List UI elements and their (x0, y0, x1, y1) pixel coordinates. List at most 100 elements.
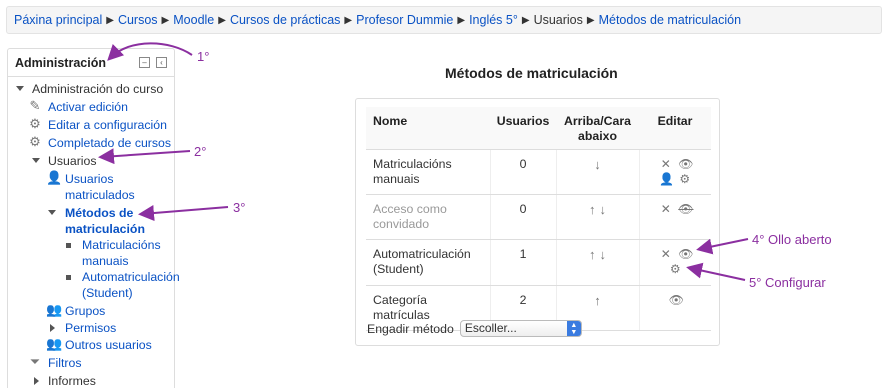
delete-icon[interactable]: ✕ (659, 202, 672, 217)
filter-icon: ⏷ (29, 354, 41, 369)
enrolment-methods-table: Nome Usuarios Arriba/Cara abaixo Editar M… (366, 107, 711, 331)
row-name-line1: Acceso como (373, 202, 447, 216)
header-arriba-line1: Arriba/Cara (564, 114, 631, 128)
annotation-3: 3° (233, 200, 246, 215)
expanded-icon[interactable] (48, 210, 56, 215)
metodos-line1[interactable]: Métodos de (65, 205, 133, 221)
page-title: Métodos de matriculación (445, 65, 618, 81)
header-nome: Nome (366, 107, 490, 150)
editar-configuracion-link[interactable]: Editar a configuración (48, 117, 167, 133)
breadcrumb: Páxina principal ▶ Cursos ▶ Moodle ▶ Cur… (6, 6, 882, 34)
breadcrumb-usuarios: Usuarios (533, 13, 583, 27)
breadcrumb-separator-icon: ▶ (521, 14, 530, 26)
row-edit: ✕ 👁 👤 ⚙ (638, 149, 711, 195)
minimize-icon[interactable]: – (139, 57, 150, 68)
row-name: Matriculacións manuais (366, 149, 490, 195)
row-order: ↑ ↓ (555, 194, 639, 240)
breadcrumb-separator-icon: ▶ (457, 14, 466, 26)
permisos-link[interactable]: Permisos (65, 320, 116, 336)
gear-icon: ⚙ (29, 134, 41, 149)
outros-usuarios-link[interactable]: Outros usuarios (65, 337, 152, 353)
select-arrows-icon: ▲ ▼ (566, 321, 581, 336)
collapsed-icon[interactable] (50, 324, 55, 332)
metodos-line2[interactable]: matriculación (65, 221, 145, 237)
row-users: 0 (489, 149, 556, 195)
tree-root[interactable]: Administración do curso (32, 81, 163, 97)
table-row: Automatriculación (Student) 1 ↑ ↓ ✕ 👁 ⚙ (366, 239, 711, 286)
add-method-select-value: Escoller... (464, 321, 517, 335)
breadcrumb-profesor[interactable]: Profesor Dummie (356, 13, 453, 27)
expanded-icon[interactable] (32, 158, 40, 163)
enrol-user-icon[interactable]: 👤 (659, 172, 674, 187)
block-title: Administración (15, 55, 106, 70)
breadcrumb-home[interactable]: Páxina principal (14, 13, 102, 27)
row-name: Automatriculación (Student) (366, 239, 490, 286)
arrow-up-icon[interactable]: ↑ (594, 293, 601, 308)
row-order: ↑ ↓ (555, 239, 639, 286)
collapsed-icon[interactable] (34, 377, 39, 385)
breadcrumb-separator-icon: ▶ (106, 14, 114, 26)
row-users: 1 (489, 239, 556, 286)
header-arriba-line2: abaixo (578, 129, 617, 143)
row-name-line2: (Student) (373, 262, 424, 276)
table-row: Acceso como convidado 0 ↑ ↓ ✕ 👁 (366, 194, 711, 240)
automatric-line2[interactable]: (Student) (82, 285, 133, 301)
expanded-icon[interactable] (16, 86, 24, 91)
arrow-down-icon[interactable]: ↓ (594, 157, 601, 172)
bullet-icon (66, 243, 71, 248)
filtros-link[interactable]: Filtros (48, 355, 81, 371)
usuarios-matriculados-line1[interactable]: Usuarios (65, 171, 114, 187)
administration-block: Administración – ‹ Administración do cur… (7, 48, 180, 388)
arrow-down-icon[interactable]: ↓ (600, 202, 607, 217)
eye-icon[interactable]: 👁 (678, 247, 693, 262)
completado-cursos-link[interactable]: Completado de cursos (48, 135, 171, 151)
breadcrumb-metodos[interactable]: Métodos de matriculación (599, 13, 741, 27)
breadcrumb-separator-icon: ▶ (218, 14, 226, 26)
header-arriba: Arriba/Cara abaixo (556, 107, 639, 150)
row-edit: ✕ 👁 (638, 194, 711, 240)
row-users: 0 (489, 194, 556, 240)
usuarios-matriculados-line2[interactable]: matriculados (65, 187, 135, 203)
eye-icon[interactable]: 👁 (669, 293, 684, 308)
header-usuarios: Usuarios (490, 107, 556, 150)
arrow-up-icon[interactable]: ↑ (589, 202, 596, 217)
annotation-2: 2° (194, 144, 207, 159)
automatric-line1[interactable]: Automatriculación (82, 269, 180, 285)
row-name-line2: manuais (373, 172, 420, 186)
activar-edicion-link[interactable]: Activar edición (48, 99, 128, 115)
eye-icon[interactable]: 👁 (678, 157, 693, 172)
dock-icon[interactable]: ‹ (156, 57, 167, 68)
add-method-label: Engadir método (367, 321, 454, 336)
annotation-5: 5° Configurar (749, 275, 826, 290)
header-editar: Editar (639, 107, 711, 150)
table-row: Matriculacións manuais 0 ↓ ✕ 👁 👤 ⚙ (366, 149, 711, 195)
pencil-icon: ✎ (29, 98, 41, 113)
arrow-down-icon[interactable]: ↓ (600, 247, 607, 262)
arrow-up-icon[interactable]: ↑ (589, 247, 596, 262)
matric-manuais-line2[interactable]: manuais (82, 253, 128, 269)
delete-icon[interactable]: ✕ (659, 247, 672, 262)
breadcrumb-course[interactable]: Inglés 5° (469, 13, 518, 27)
add-method-select[interactable]: Escoller... ▲ ▼ (459, 320, 582, 337)
delete-icon[interactable]: ✕ (659, 157, 672, 172)
breadcrumb-moodle[interactable]: Moodle (173, 13, 214, 27)
breadcrumb-separator-icon: ▶ (586, 14, 595, 26)
gear-icon[interactable]: ⚙ (678, 172, 691, 187)
user-icon: 👤 (46, 170, 63, 185)
users-icon: 👥 (46, 302, 63, 317)
annotation-4: 4° Ollo aberto (752, 232, 832, 247)
row-order: ↓ (555, 149, 639, 195)
usuarios-node[interactable]: Usuarios (48, 153, 97, 169)
eye-closed-icon[interactable]: 👁 (678, 202, 693, 217)
grupos-link[interactable]: Grupos (65, 303, 105, 319)
matric-manuais-line1[interactable]: Matriculacións (82, 237, 161, 253)
breadcrumb-cursos[interactable]: Cursos (118, 13, 158, 27)
bullet-icon (66, 275, 71, 280)
breadcrumb-separator-icon: ▶ (344, 14, 353, 26)
row-name-line2: convidado (373, 217, 430, 231)
gear-icon[interactable]: ⚙ (669, 262, 682, 277)
row-name: Acceso como convidado (366, 194, 490, 240)
row-edit: ✕ 👁 ⚙ (638, 239, 711, 286)
informes-node[interactable]: Informes (48, 373, 96, 388)
breadcrumb-cursos-practicas[interactable]: Cursos de prácticas (230, 13, 340, 27)
